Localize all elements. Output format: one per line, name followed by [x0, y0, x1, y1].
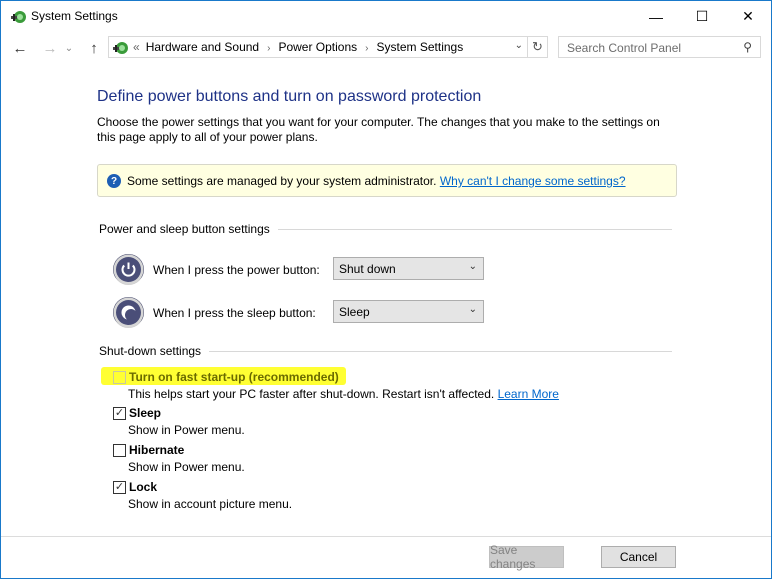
hibernate-label: Hibernate	[129, 443, 185, 457]
forward-button[interactable]: →	[39, 38, 61, 58]
address-bar[interactable]: « Hardware and Sound › Power Options › System…	[108, 36, 528, 58]
power-button-row: When I press the power button: Shut down…	[113, 254, 485, 286]
maximize-icon: ☐	[695, 8, 709, 24]
up-arrow-icon: ↑	[90, 39, 98, 57]
page-description: Choose the power settings that you want …	[97, 115, 660, 144]
select-value: Shut down	[339, 262, 396, 276]
back-button[interactable]: ←	[9, 38, 31, 58]
help-question-icon: ?	[107, 174, 121, 188]
lock-description: Show in account picture menu.	[128, 497, 293, 511]
power-button-label: When I press the power button:	[153, 263, 320, 277]
page-title: Define power buttons and turn on passwor…	[97, 88, 482, 105]
checkmark-icon: ✓	[114, 481, 125, 493]
control-panel-power-icon	[113, 42, 128, 54]
title-bar: System Settings — ☐ ✕	[1, 1, 771, 32]
lock-label: Lock	[129, 480, 158, 494]
breadcrumb-separator-icon[interactable]: ›	[267, 43, 270, 54]
up-button[interactable]: ↑	[83, 38, 105, 58]
sleep-description: Show in Power menu.	[128, 423, 245, 437]
shutdown-section-header: Shut-down settings	[99, 344, 672, 358]
close-button[interactable]: ✕	[725, 1, 771, 32]
hibernate-description: Show in Power menu.	[128, 460, 245, 474]
minimize-button[interactable]: —	[633, 1, 679, 32]
minimize-icon: —	[649, 8, 663, 25]
refresh-icon: ↻	[532, 39, 543, 54]
sleep-label: Sleep	[129, 406, 162, 420]
section-heading: Power and sleep button settings	[99, 222, 270, 236]
power-sleep-section-header: Power and sleep button settings	[99, 222, 672, 236]
sleep-checkbox[interactable]: ✓	[113, 407, 126, 420]
power-button-action-select[interactable]: Shut down ⌄	[333, 257, 484, 280]
fast-startup-checkbox[interactable]	[113, 371, 126, 384]
address-dropdown-icon[interactable]: ⌄	[515, 40, 523, 51]
checkmark-icon: ✓	[114, 407, 125, 419]
why-cant-i-change-link[interactable]: Why can't I change some settings?	[440, 174, 626, 188]
chevron-down-icon: ⌄	[468, 261, 477, 272]
control-panel-power-icon	[11, 11, 26, 23]
search-icon[interactable]: ⚲	[743, 40, 752, 54]
info-message: Some settings are managed by your system…	[127, 174, 440, 188]
sleep-button-row: When I press the sleep button: Sleep ⌄	[113, 297, 485, 329]
window-title: System Settings	[31, 9, 118, 23]
navigation-bar: ← → ⌄ ↑ « Hardware and Sound › Power Option…	[1, 32, 771, 66]
power-icon	[113, 254, 144, 285]
overflow-chevron-icon[interactable]: «	[133, 40, 140, 54]
maximize-button[interactable]: ☐	[679, 1, 725, 32]
learn-more-link[interactable]: Learn More	[498, 387, 559, 401]
save-changes-button[interactable]: Save changes	[489, 543, 564, 571]
search-placeholder: Search Control Panel	[567, 41, 682, 55]
refresh-button[interactable]: ↻	[528, 36, 548, 58]
sleep-button-action-select[interactable]: Sleep ⌄	[333, 300, 484, 323]
back-arrow-icon: ←	[12, 39, 28, 57]
cancel-button[interactable]: Cancel	[601, 546, 676, 568]
breadcrumb-system-settings[interactable]: System Settings	[377, 40, 464, 54]
chevron-down-icon: ⌄	[468, 304, 477, 315]
admin-info-bar: ? Some settings are managed by your syst…	[97, 164, 677, 197]
description-text: This helps start your PC faster after sh…	[128, 387, 498, 401]
hibernate-checkbox[interactable]	[113, 444, 126, 457]
section-divider	[209, 350, 672, 352]
section-heading: Shut-down settings	[99, 344, 202, 358]
system-settings-window: System Settings — ☐ ✕ ← → ⌄ ↑ « Hardware …	[0, 0, 772, 579]
fast-startup-description: This helps start your PC faster after sh…	[128, 387, 559, 401]
chevron-down-icon: ⌄	[64, 42, 74, 54]
fast-startup-label: Turn on fast start-up (recommended)	[129, 370, 339, 384]
breadcrumb-power-options[interactable]: Power Options	[278, 40, 357, 54]
recent-locations-button[interactable]: ⌄	[61, 38, 77, 58]
close-icon: ✕	[742, 8, 754, 24]
sleep-button-label: When I press the sleep button:	[153, 306, 316, 320]
forward-arrow-icon: →	[42, 39, 58, 57]
select-value: Sleep	[339, 305, 370, 319]
section-divider	[277, 228, 672, 230]
breadcrumb-hardware-and-sound[interactable]: Hardware and Sound	[146, 40, 259, 54]
lock-checkbox[interactable]: ✓	[113, 481, 126, 494]
sleep-icon	[113, 297, 144, 328]
breadcrumb-separator-icon[interactable]: ›	[365, 43, 368, 54]
search-input[interactable]: Search Control Panel ⚲	[558, 36, 761, 58]
breadcrumb: « Hardware and Sound › Power Options › System…	[133, 40, 463, 54]
footer-divider	[1, 536, 771, 537]
info-text: Some settings are managed by your system…	[127, 174, 626, 188]
